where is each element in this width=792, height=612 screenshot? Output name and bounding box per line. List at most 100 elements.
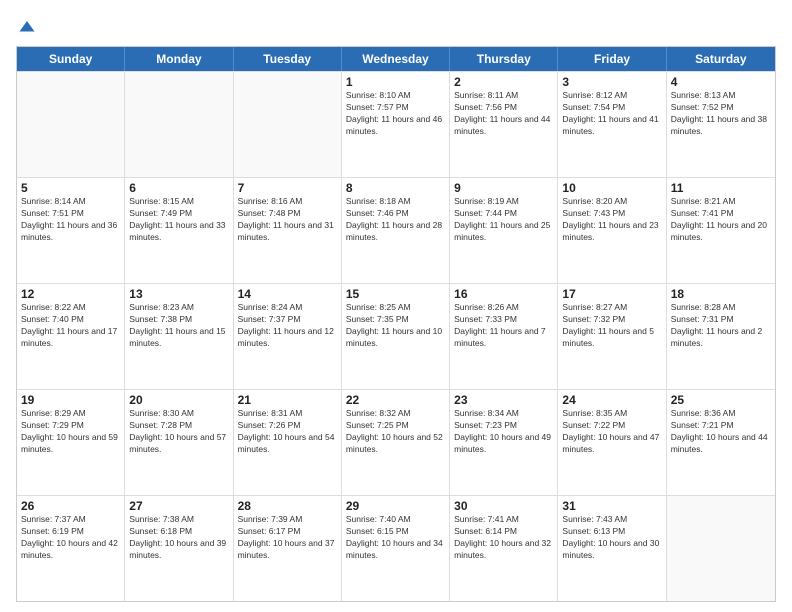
calendar-day-9: 9Sunrise: 8:19 AMSunset: 7:44 PMDaylight… [450,178,558,283]
calendar-day-27: 27Sunrise: 7:38 AMSunset: 6:18 PMDayligh… [125,496,233,601]
calendar: SundayMondayTuesdayWednesdayThursdayFrid… [16,46,776,602]
day-number: 20 [129,393,228,407]
calendar-day-11: 11Sunrise: 8:21 AMSunset: 7:41 PMDayligh… [667,178,775,283]
calendar-day-21: 21Sunrise: 8:31 AMSunset: 7:26 PMDayligh… [234,390,342,495]
day-number: 25 [671,393,771,407]
day-number: 4 [671,75,771,89]
day-info: Sunrise: 8:19 AMSunset: 7:44 PMDaylight:… [454,196,553,244]
calendar-day-30: 30Sunrise: 7:41 AMSunset: 6:14 PMDayligh… [450,496,558,601]
calendar-day-23: 23Sunrise: 8:34 AMSunset: 7:23 PMDayligh… [450,390,558,495]
calendar-day-24: 24Sunrise: 8:35 AMSunset: 7:22 PMDayligh… [558,390,666,495]
header-day-monday: Monday [125,47,233,71]
calendar-day-4: 4Sunrise: 8:13 AMSunset: 7:52 PMDaylight… [667,72,775,177]
calendar-day-16: 16Sunrise: 8:26 AMSunset: 7:33 PMDayligh… [450,284,558,389]
day-info: Sunrise: 8:12 AMSunset: 7:54 PMDaylight:… [562,90,661,138]
calendar-day-2: 2Sunrise: 8:11 AMSunset: 7:56 PMDaylight… [450,72,558,177]
calendar-day-25: 25Sunrise: 8:36 AMSunset: 7:21 PMDayligh… [667,390,775,495]
day-info: Sunrise: 8:16 AMSunset: 7:48 PMDaylight:… [238,196,337,244]
day-number: 22 [346,393,445,407]
calendar-day-1: 1Sunrise: 8:10 AMSunset: 7:57 PMDaylight… [342,72,450,177]
calendar-empty-cell [234,72,342,177]
day-info: Sunrise: 8:21 AMSunset: 7:41 PMDaylight:… [671,196,771,244]
day-info: Sunrise: 7:38 AMSunset: 6:18 PMDaylight:… [129,514,228,562]
day-number: 29 [346,499,445,513]
calendar-day-26: 26Sunrise: 7:37 AMSunset: 6:19 PMDayligh… [17,496,125,601]
day-number: 1 [346,75,445,89]
header-day-saturday: Saturday [667,47,775,71]
day-info: Sunrise: 7:39 AMSunset: 6:17 PMDaylight:… [238,514,337,562]
header-day-thursday: Thursday [450,47,558,71]
day-number: 15 [346,287,445,301]
day-info: Sunrise: 8:29 AMSunset: 7:29 PMDaylight:… [21,408,120,456]
day-number: 31 [562,499,661,513]
calendar-day-7: 7Sunrise: 8:16 AMSunset: 7:48 PMDaylight… [234,178,342,283]
calendar-day-6: 6Sunrise: 8:15 AMSunset: 7:49 PMDaylight… [125,178,233,283]
day-number: 14 [238,287,337,301]
day-info: Sunrise: 8:27 AMSunset: 7:32 PMDaylight:… [562,302,661,350]
calendar-day-3: 3Sunrise: 8:12 AMSunset: 7:54 PMDaylight… [558,72,666,177]
calendar-week-1: 1Sunrise: 8:10 AMSunset: 7:57 PMDaylight… [17,71,775,177]
calendar-empty-cell [17,72,125,177]
calendar-day-10: 10Sunrise: 8:20 AMSunset: 7:43 PMDayligh… [558,178,666,283]
calendar-week-5: 26Sunrise: 7:37 AMSunset: 6:19 PMDayligh… [17,495,775,601]
day-info: Sunrise: 8:30 AMSunset: 7:28 PMDaylight:… [129,408,228,456]
day-info: Sunrise: 8:35 AMSunset: 7:22 PMDaylight:… [562,408,661,456]
header [16,16,776,36]
day-info: Sunrise: 8:11 AMSunset: 7:56 PMDaylight:… [454,90,553,138]
calendar-week-2: 5Sunrise: 8:14 AMSunset: 7:51 PMDaylight… [17,177,775,283]
day-info: Sunrise: 7:43 AMSunset: 6:13 PMDaylight:… [562,514,661,562]
day-number: 23 [454,393,553,407]
day-info: Sunrise: 8:25 AMSunset: 7:35 PMDaylight:… [346,302,445,350]
calendar-day-28: 28Sunrise: 7:39 AMSunset: 6:17 PMDayligh… [234,496,342,601]
calendar-day-5: 5Sunrise: 8:14 AMSunset: 7:51 PMDaylight… [17,178,125,283]
day-info: Sunrise: 8:32 AMSunset: 7:25 PMDaylight:… [346,408,445,456]
header-day-friday: Friday [558,47,666,71]
calendar-day-12: 12Sunrise: 8:22 AMSunset: 7:40 PMDayligh… [17,284,125,389]
day-info: Sunrise: 8:10 AMSunset: 7:57 PMDaylight:… [346,90,445,138]
day-info: Sunrise: 8:36 AMSunset: 7:21 PMDaylight:… [671,408,771,456]
calendar-empty-cell [667,496,775,601]
day-number: 27 [129,499,228,513]
calendar-week-3: 12Sunrise: 8:22 AMSunset: 7:40 PMDayligh… [17,283,775,389]
day-number: 21 [238,393,337,407]
day-info: Sunrise: 8:34 AMSunset: 7:23 PMDaylight:… [454,408,553,456]
day-info: Sunrise: 8:31 AMSunset: 7:26 PMDaylight:… [238,408,337,456]
calendar-day-19: 19Sunrise: 8:29 AMSunset: 7:29 PMDayligh… [17,390,125,495]
day-info: Sunrise: 8:23 AMSunset: 7:38 PMDaylight:… [129,302,228,350]
calendar-day-20: 20Sunrise: 8:30 AMSunset: 7:28 PMDayligh… [125,390,233,495]
day-number: 12 [21,287,120,301]
day-number: 19 [21,393,120,407]
day-info: Sunrise: 8:14 AMSunset: 7:51 PMDaylight:… [21,196,120,244]
day-number: 11 [671,181,771,195]
calendar-day-31: 31Sunrise: 7:43 AMSunset: 6:13 PMDayligh… [558,496,666,601]
day-number: 2 [454,75,553,89]
calendar-day-15: 15Sunrise: 8:25 AMSunset: 7:35 PMDayligh… [342,284,450,389]
day-number: 5 [21,181,120,195]
calendar-day-14: 14Sunrise: 8:24 AMSunset: 7:37 PMDayligh… [234,284,342,389]
day-info: Sunrise: 8:15 AMSunset: 7:49 PMDaylight:… [129,196,228,244]
calendar-day-8: 8Sunrise: 8:18 AMSunset: 7:46 PMDaylight… [342,178,450,283]
day-number: 3 [562,75,661,89]
day-info: Sunrise: 8:22 AMSunset: 7:40 PMDaylight:… [21,302,120,350]
calendar-day-22: 22Sunrise: 8:32 AMSunset: 7:25 PMDayligh… [342,390,450,495]
day-number: 8 [346,181,445,195]
header-day-tuesday: Tuesday [234,47,342,71]
day-number: 13 [129,287,228,301]
day-info: Sunrise: 8:28 AMSunset: 7:31 PMDaylight:… [671,302,771,350]
calendar-header-row: SundayMondayTuesdayWednesdayThursdayFrid… [17,47,775,71]
calendar-body: 1Sunrise: 8:10 AMSunset: 7:57 PMDaylight… [17,71,775,601]
day-number: 18 [671,287,771,301]
logo-icon [18,18,36,36]
day-info: Sunrise: 7:40 AMSunset: 6:15 PMDaylight:… [346,514,445,562]
day-info: Sunrise: 8:20 AMSunset: 7:43 PMDaylight:… [562,196,661,244]
day-info: Sunrise: 8:24 AMSunset: 7:37 PMDaylight:… [238,302,337,350]
calendar-day-18: 18Sunrise: 8:28 AMSunset: 7:31 PMDayligh… [667,284,775,389]
calendar-empty-cell [125,72,233,177]
page: SundayMondayTuesdayWednesdayThursdayFrid… [0,0,792,612]
calendar-day-13: 13Sunrise: 8:23 AMSunset: 7:38 PMDayligh… [125,284,233,389]
day-number: 30 [454,499,553,513]
header-day-wednesday: Wednesday [342,47,450,71]
day-number: 28 [238,499,337,513]
day-number: 17 [562,287,661,301]
day-number: 7 [238,181,337,195]
